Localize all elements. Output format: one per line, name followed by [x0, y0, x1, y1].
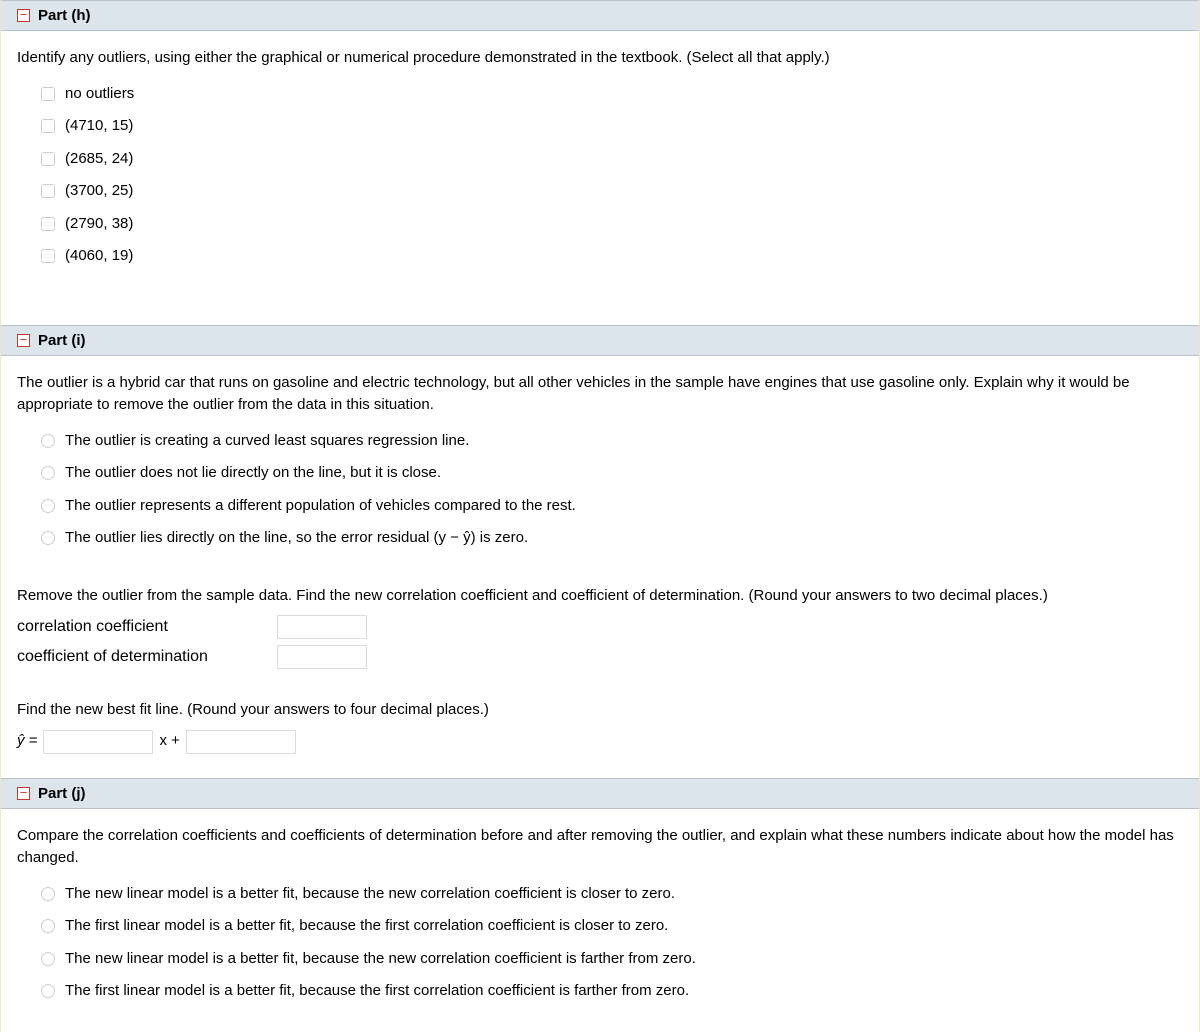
option-label: (3700, 25) [65, 180, 133, 203]
part-h: − Part (h) Identify any outliers, using … [1, 0, 1199, 325]
checkbox-icon[interactable] [41, 152, 55, 166]
part-j-header[interactable]: − Part (j) [1, 778, 1199, 809]
part-i: − Part (i) The outlier is a hybrid car t… [1, 325, 1199, 778]
part-h-body: Identify any outliers, using either the … [1, 31, 1199, 325]
collapse-icon[interactable]: − [17, 787, 30, 800]
option-label: (2685, 24) [65, 148, 133, 171]
part-i-body: The outlier is a hybrid car that runs on… [1, 356, 1199, 778]
checkbox-option[interactable]: (2790, 38) [41, 208, 1183, 241]
checkbox-option[interactable]: (4710, 15) [41, 110, 1183, 143]
determination-label: coefficient of determination [17, 645, 257, 669]
radio-icon[interactable] [41, 984, 55, 998]
xplus-label: x + [159, 730, 179, 753]
checkbox-icon[interactable] [41, 184, 55, 198]
radio-option[interactable]: The first linear model is a better fit, … [41, 975, 1183, 1008]
bestfit-equation: ŷ = x + [17, 730, 1183, 754]
option-label: The first linear model is a better fit, … [65, 915, 668, 938]
checkbox-option[interactable]: (2685, 24) [41, 143, 1183, 176]
bestfit-prompt: Find the new best fit line. (Round your … [17, 699, 1183, 722]
option-label: The outlier represents a different popul… [65, 495, 576, 518]
part-h-title: Part (h) [38, 7, 91, 24]
part-i-header[interactable]: − Part (i) [1, 325, 1199, 356]
determination-input[interactable] [277, 645, 367, 669]
radio-option[interactable]: The new linear model is a better fit, be… [41, 943, 1183, 976]
part-j-body: Compare the correlation coefficients and… [1, 809, 1199, 1032]
option-label: (4060, 19) [65, 245, 133, 268]
intercept-input[interactable] [186, 730, 296, 754]
part-i-question: The outlier is a hybrid car that runs on… [17, 372, 1183, 417]
radio-option[interactable]: The new linear model is a better fit, be… [41, 878, 1183, 911]
correlation-label: correlation coefficient [17, 615, 257, 639]
determination-row: coefficient of determination [17, 645, 1183, 669]
collapse-icon[interactable]: − [17, 334, 30, 347]
part-h-options: no outliers (4710, 15) (2685, 24) (3700,… [41, 78, 1183, 273]
collapse-icon[interactable]: − [17, 9, 30, 22]
part-i-title: Part (i) [38, 332, 86, 349]
checkbox-option[interactable]: (4060, 19) [41, 240, 1183, 273]
slope-input[interactable] [43, 730, 153, 754]
option-label: The outlier does not lie directly on the… [65, 462, 441, 485]
part-j-options: The new linear model is a better fit, be… [41, 878, 1183, 1008]
radio-icon[interactable] [41, 531, 55, 545]
option-label: no outliers [65, 83, 134, 106]
page-container: − Part (h) Identify any outliers, using … [0, 0, 1200, 1032]
radio-icon[interactable] [41, 434, 55, 448]
checkbox-icon[interactable] [41, 87, 55, 101]
option-label: The new linear model is a better fit, be… [65, 883, 675, 906]
radio-option[interactable]: The outlier does not lie directly on the… [41, 457, 1183, 490]
radio-icon[interactable] [41, 499, 55, 513]
checkbox-icon[interactable] [41, 217, 55, 231]
correlation-row: correlation coefficient [17, 615, 1183, 639]
part-j: − Part (j) Compare the correlation coeff… [1, 778, 1199, 1032]
option-label: The outlier lies directly on the line, s… [65, 527, 528, 550]
radio-option[interactable]: The outlier lies directly on the line, s… [41, 522, 1183, 555]
option-label: The first linear model is a better fit, … [65, 980, 689, 1003]
radio-option[interactable]: The outlier is creating a curved least s… [41, 425, 1183, 458]
checkbox-option[interactable]: no outliers [41, 78, 1183, 111]
bestfit-block: Find the new best fit line. (Round your … [17, 699, 1183, 754]
radio-option[interactable]: The first linear model is a better fit, … [41, 910, 1183, 943]
option-label: (2790, 38) [65, 213, 133, 236]
part-h-header[interactable]: − Part (h) [1, 0, 1199, 31]
option-label: The outlier is creating a curved least s… [65, 430, 469, 453]
radio-icon[interactable] [41, 466, 55, 480]
correlation-input[interactable] [277, 615, 367, 639]
coeff-prompt: Remove the outlier from the sample data.… [17, 585, 1183, 608]
radio-icon[interactable] [41, 887, 55, 901]
radio-icon[interactable] [41, 919, 55, 933]
radio-icon[interactable] [41, 952, 55, 966]
part-j-question: Compare the correlation coefficients and… [17, 825, 1183, 870]
checkbox-option[interactable]: (3700, 25) [41, 175, 1183, 208]
coefficients-block: Remove the outlier from the sample data.… [17, 585, 1183, 670]
yhat-label: ŷ = [17, 730, 37, 753]
part-i-options: The outlier is creating a curved least s… [41, 425, 1183, 555]
part-j-title: Part (j) [38, 785, 86, 802]
checkbox-icon[interactable] [41, 119, 55, 133]
checkbox-icon[interactable] [41, 249, 55, 263]
option-label: (4710, 15) [65, 115, 133, 138]
option-label: The new linear model is a better fit, be… [65, 948, 696, 971]
radio-option[interactable]: The outlier represents a different popul… [41, 490, 1183, 523]
part-h-question: Identify any outliers, using either the … [17, 47, 1183, 70]
